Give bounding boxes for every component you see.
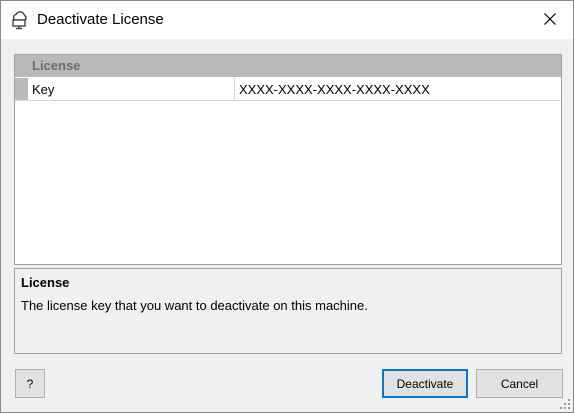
deactivate-button[interactable]: Deactivate xyxy=(382,369,468,398)
description-panel: License The license key that you want to… xyxy=(14,268,562,354)
deactivate-license-dialog: Deactivate License License Key XXXX-XXXX… xyxy=(0,0,574,413)
category-label: License xyxy=(32,58,81,73)
description-text: The license key that you want to deactiv… xyxy=(21,298,368,313)
close-icon xyxy=(544,12,556,28)
property-grid[interactable]: License Key XXXX-XXXX-XXXX-XXXX-XXXX xyxy=(14,54,562,265)
property-value-key[interactable]: XXXX-XXXX-XXXX-XXXX-XXXX xyxy=(239,82,430,97)
resize-grip-icon[interactable] xyxy=(559,398,571,410)
window-title: Deactivate License xyxy=(37,11,164,28)
description-title: License xyxy=(21,275,70,290)
title-bar[interactable]: Deactivate License xyxy=(1,1,573,39)
property-row-key[interactable]: Key XXXX-XXXX-XXXX-XXXX-XXXX xyxy=(15,78,561,101)
column-divider[interactable] xyxy=(234,78,235,100)
property-name: Key xyxy=(32,82,55,97)
cancel-button[interactable]: Cancel xyxy=(476,369,563,398)
close-button[interactable] xyxy=(527,1,573,39)
row-gutter xyxy=(15,78,28,100)
cloud-monitor-icon xyxy=(10,10,30,30)
help-button[interactable]: ? xyxy=(15,369,45,398)
category-row-license[interactable]: License xyxy=(15,55,561,77)
